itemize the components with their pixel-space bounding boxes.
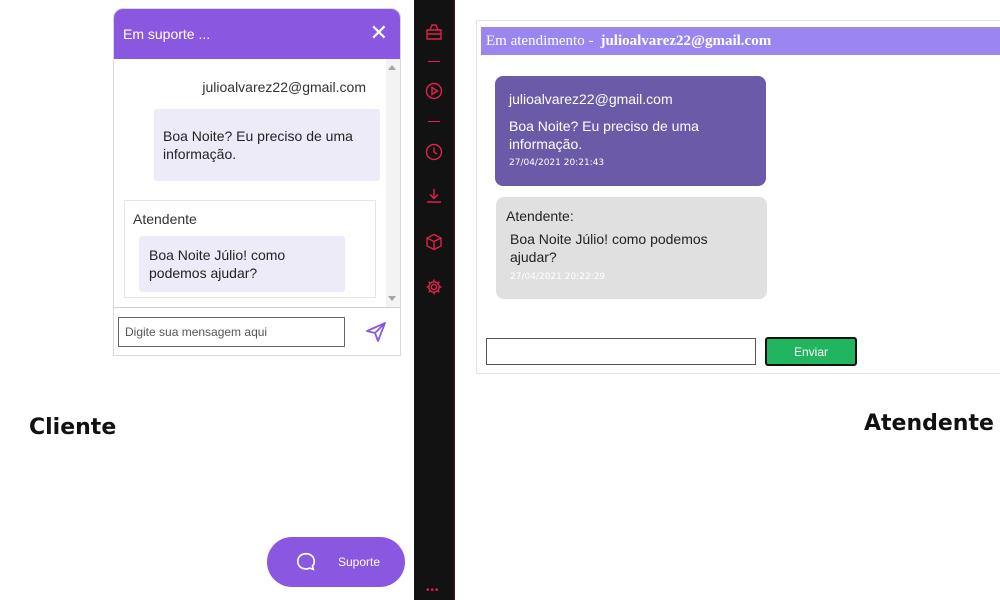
client-chat-header: Em suporte ... ✕	[114, 9, 400, 59]
agent-message-author: Atendente:	[506, 208, 574, 224]
client-email: julioalvarez22@gmail.com	[202, 79, 366, 95]
clock-icon[interactable]	[424, 142, 444, 162]
agent-message-time: 27/04/2021 20:22:29	[510, 272, 606, 282]
client-message-input[interactable]	[118, 317, 345, 347]
agent-section-label: Atendente	[864, 411, 994, 436]
scroll-down-arrow-icon[interactable]	[388, 296, 396, 301]
agent-header-prefix: Em atendimento -	[486, 32, 594, 49]
sidebar-separator	[428, 121, 440, 122]
chat-bubble-icon	[296, 552, 316, 571]
chat-scrollbar[interactable]	[386, 59, 400, 307]
download-icon[interactable]	[424, 186, 444, 206]
gear-icon[interactable]	[424, 277, 444, 297]
agent-header-email: julioalvarez22@gmail.com	[600, 32, 772, 49]
agent-message-text: Boa Noite Júlio! como podemos ajudar?	[510, 231, 708, 265]
client-message-bubble: Boa Noite? Eu preciso de uma informação.	[154, 109, 380, 181]
client-chat-title: Em suporte ...	[123, 26, 211, 42]
agent-chat-header: Em atendimento - julioalvarez22@gmail.co…	[481, 27, 1000, 55]
client-chat-widget: Em suporte ... ✕ julioalvarez22@gmail.co…	[113, 8, 401, 356]
dev-sidebar: •••	[414, 0, 455, 600]
client-section-label: Cliente	[29, 415, 117, 440]
send-button[interactable]: Enviar	[765, 337, 857, 366]
client-input-area	[114, 307, 400, 355]
more-icon[interactable]: •••	[426, 585, 440, 596]
scroll-up-arrow-icon[interactable]	[388, 65, 396, 70]
support-button-label: Suporte	[338, 555, 381, 569]
support-button[interactable]: Suporte	[267, 537, 405, 587]
send-icon[interactable]	[364, 320, 388, 344]
sidebar-separator	[428, 61, 440, 62]
cube-icon[interactable]	[424, 232, 444, 252]
play-icon[interactable]	[424, 81, 444, 101]
agent-message-card: Atendente: Boa Noite Júlio! como podemos…	[496, 197, 767, 299]
agent-reply-box: Atendente Boa Noite Júlio! como podemos …	[124, 200, 376, 298]
agent-reply-title: Atendente	[133, 211, 197, 227]
client-message-card: julioalvarez22@gmail.com Boa Noite? Eu p…	[495, 76, 766, 186]
client-message-text: Boa Noite? Eu preciso de uma informação.	[509, 118, 699, 152]
agent-message-input[interactable]	[486, 338, 756, 365]
client-chat-messages[interactable]: julioalvarez22@gmail.com Boa Noite? Eu p…	[114, 59, 400, 307]
agent-reply-bubble: Boa Noite Júlio! como podemos ajudar?	[139, 236, 345, 292]
client-message-email: julioalvarez22@gmail.com	[509, 91, 673, 107]
close-icon[interactable]: ✕	[370, 23, 388, 45]
agent-chat-panel: Em atendimento - julioalvarez22@gmail.co…	[476, 20, 1000, 374]
inbox-icon[interactable]	[424, 22, 444, 42]
client-message-time: 27/04/2021 20:21:43	[509, 158, 605, 168]
